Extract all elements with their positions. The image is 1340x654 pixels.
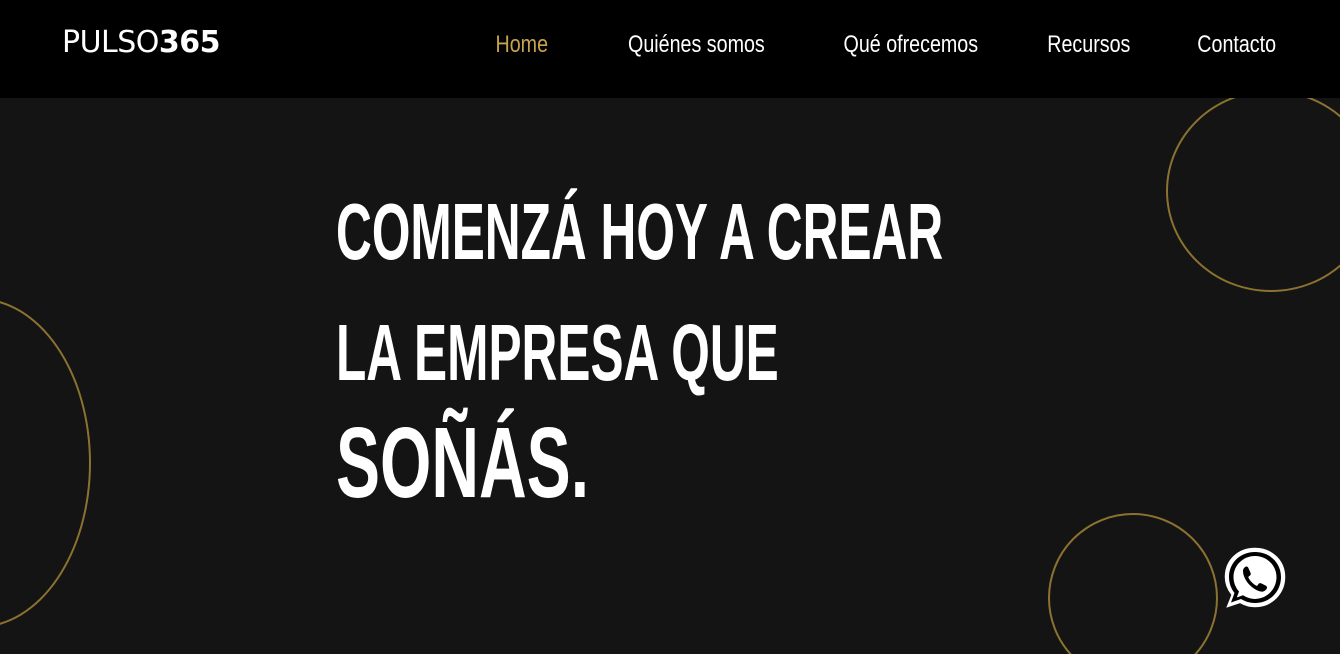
site-logo[interactable]: PULSO365 bbox=[62, 25, 221, 60]
main-nav: Home Quiénes somos Qué ofrecemos Recurso… bbox=[484, 30, 1276, 60]
top-navbar: PULSO365 Home Quiénes somos Qué ofrecemo… bbox=[0, 0, 1340, 98]
nav-link-que-ofrecemos[interactable]: Qué ofrecemos bbox=[844, 30, 979, 60]
decorative-circle-bottom-right bbox=[1048, 513, 1218, 654]
nav-link-recursos[interactable]: Recursos bbox=[1047, 30, 1130, 60]
hero-headline-line-3: SOÑÁS. bbox=[336, 407, 590, 519]
whatsapp-icon[interactable] bbox=[1220, 544, 1290, 614]
logo-text-pulso: PULSO bbox=[62, 25, 159, 60]
hero-section: COMENZÁ HOY A CREAR LA EMPRESA QUE SOÑÁS… bbox=[0, 98, 1340, 654]
whatsapp-glyph bbox=[1223, 546, 1287, 611]
nav-link-quienes-somos[interactable]: Quiénes somos bbox=[628, 30, 765, 60]
logo-text-365: 365 bbox=[158, 25, 221, 60]
nav-link-contacto[interactable]: Contacto bbox=[1197, 30, 1276, 60]
decorative-circle-left bbox=[0, 298, 91, 628]
nav-link-home[interactable]: Home bbox=[495, 30, 548, 60]
hero-headline-line-1: COMENZÁ HOY A CREAR bbox=[336, 187, 944, 276]
hero-headline-line-2: LA EMPRESA QUE bbox=[336, 308, 779, 397]
decorative-circle-top-right bbox=[1166, 98, 1340, 292]
